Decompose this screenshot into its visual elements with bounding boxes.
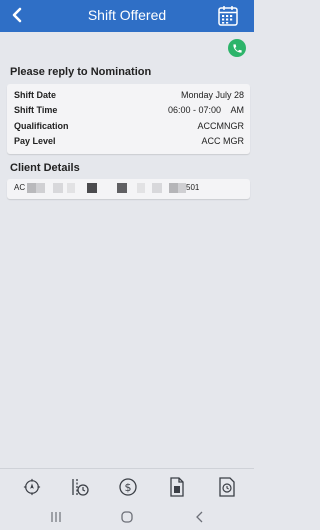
shift-time-label: Shift Time	[14, 105, 58, 115]
page-title: Shift Offered	[87, 7, 167, 23]
phone-icon	[232, 43, 242, 53]
shift-time-value: 06:00 - 07:00 AM	[167, 105, 244, 115]
pay-level-label: Pay Level	[14, 136, 56, 146]
nav-documents[interactable]	[166, 476, 188, 498]
document-clock-icon	[219, 477, 235, 497]
nomination-heading: Please reply to Nomination	[10, 66, 152, 78]
home-button[interactable]	[119, 509, 135, 525]
qualification-row: Qualification ACCMNGR	[14, 119, 244, 133]
shift-date-value: Monday July 28	[180, 90, 244, 100]
client-card[interactable]: AC 501	[7, 179, 250, 199]
calendar-icon	[218, 6, 238, 26]
client-name-prefix: AC	[14, 183, 26, 192]
client-details-heading: Client Details	[10, 162, 80, 174]
app-header: Shift Offered	[0, 0, 254, 32]
document-icon	[170, 477, 184, 497]
timeline-clock-icon	[72, 479, 89, 496]
pay-level-row: Pay Level ACC MGR	[14, 134, 244, 148]
qualification-value: ACCMNGR	[197, 121, 245, 131]
compass-icon	[23, 478, 41, 496]
system-back-button[interactable]	[192, 509, 208, 525]
pay-level-value: ACC MGR	[201, 136, 245, 146]
bottom-nav: $	[0, 468, 254, 503]
shift-time-row: Shift Time 06:00 - 07:00 AM	[14, 103, 244, 117]
svg-text:$: $	[125, 481, 132, 494]
back-arrow-icon	[196, 511, 203, 523]
call-button[interactable]	[228, 39, 246, 57]
shift-date-label: Shift Date	[14, 90, 57, 100]
calendar-button[interactable]	[216, 4, 240, 28]
chevron-left-icon	[12, 7, 22, 23]
nav-timesheets[interactable]	[216, 476, 238, 498]
qualification-label: Qualification	[14, 121, 69, 131]
nav-compass[interactable]	[21, 476, 43, 498]
system-nav-bar	[0, 502, 254, 530]
client-name-suffix: 501	[186, 183, 200, 192]
nav-pay[interactable]: $	[117, 476, 139, 498]
dollar-icon: $	[119, 478, 137, 496]
home-icon	[121, 511, 133, 523]
nomination-card: Shift Date Monday July 28 Shift Time 06:…	[7, 84, 250, 154]
back-button[interactable]	[6, 4, 28, 26]
shift-date-row: Shift Date Monday July 28	[14, 88, 244, 102]
recent-apps-icon	[51, 512, 61, 522]
nav-timeline[interactable]	[69, 476, 91, 498]
recent-apps-button[interactable]	[48, 509, 64, 525]
